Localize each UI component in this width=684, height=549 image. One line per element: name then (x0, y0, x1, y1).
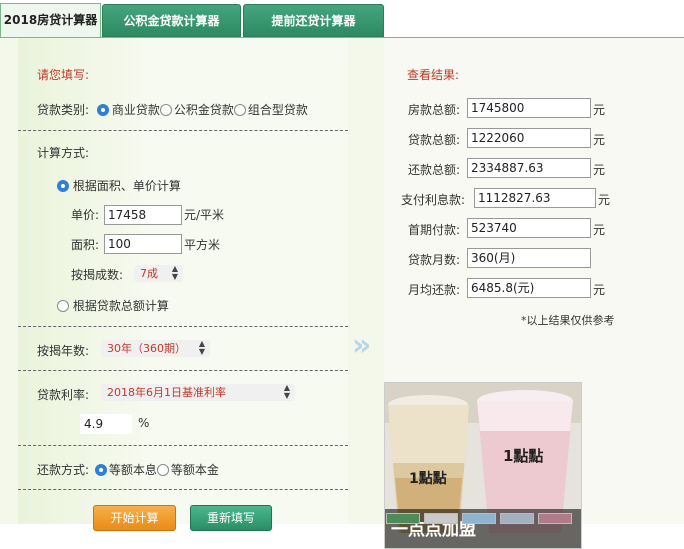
cup-logo-text: 1點點 (409, 470, 447, 487)
result-label-repay-total: 还款总额: (408, 163, 461, 177)
unit-price-unit: 元/平米 (184, 208, 225, 222)
start-calculation-button[interactable]: 开始计算 (93, 505, 176, 531)
by-area-radio[interactable] (57, 180, 69, 192)
ad-thumbnail[interactable] (500, 513, 534, 524)
loan-type-commercial-label: 商业贷款 (111, 103, 160, 117)
result-label-months: 贷款月数: (408, 253, 461, 267)
result-label-house-total: 房款总额: (408, 103, 461, 117)
rate-label: 贷款利率: (37, 388, 90, 402)
result-interest-field: 1112827.63 (474, 188, 596, 208)
repay-equal-installment-radio[interactable] (94, 464, 107, 476)
select-arrows-icon: ▲ ▼ (171, 264, 178, 281)
rate-number-input[interactable]: 4.9 (80, 414, 132, 434)
years-select[interactable]: 30年（360期） ▲ ▼ (101, 340, 210, 357)
loan-type-label: 贷款类别: (37, 103, 90, 117)
repay-row: 还款方式: 等额本息 等额本金 (37, 461, 219, 478)
by-area-option[interactable]: 根据面积、单价计算 (57, 177, 181, 194)
select-arrows-icon: ▲ ▼ (283, 383, 290, 400)
tab-mortgage-calculator[interactable]: 2018房贷计算器 (0, 3, 101, 38)
area-input[interactable]: 100 (104, 234, 182, 254)
ratio-select-value: 7成 (140, 267, 158, 280)
result-months-field: 360(月) (467, 248, 591, 268)
divider (18, 370, 348, 371)
rate-select[interactable]: 2018年6月1日基准利率 ▲ ▼ (101, 384, 295, 401)
result-unit: 元 (593, 223, 606, 237)
ad-thumbnail-strip (384, 513, 584, 524)
years-select-value: 30年（360期） (107, 342, 186, 355)
loan-type-combined-label: 组合型贷款 (247, 103, 308, 117)
ad-thumbnail[interactable] (462, 513, 496, 524)
result-house-total-field: 1745800 (467, 98, 591, 118)
result-title: 查看结果: (407, 68, 460, 82)
area-label: 面积: (71, 238, 100, 252)
rate-select-value: 2018年6月1日基准利率 (107, 386, 226, 399)
ad-thumbnail[interactable] (424, 513, 458, 524)
tab-provident-fund-calculator[interactable]: 公积金贷款计算器 (102, 4, 241, 37)
calculator-body: 请您填写: 贷款类别: 商业贷款 公积金贷款 组合型贷款 计算方式: 根据面积、单价… (0, 37, 684, 549)
by-total-label: 根据贷款总额计算 (72, 299, 169, 313)
repay-equal-installment-label: 等额本息 (108, 463, 157, 477)
loan-type-row: 贷款类别: 商业贷款 公积金贷款 组合型贷款 (37, 101, 308, 118)
by-total-radio[interactable] (57, 300, 69, 312)
result-unit: 元 (598, 193, 611, 207)
result-loan-total-field: 1222060 (467, 128, 591, 148)
result-down-payment-field: 523740 (467, 218, 591, 238)
divider (18, 326, 348, 327)
repay-equal-principal-radio[interactable] (156, 464, 169, 476)
area-unit: 平方米 (184, 238, 221, 252)
select-arrows-icon: ▲ ▼ (198, 339, 205, 356)
ratio-label: 按揭成数: (71, 268, 124, 282)
cup-logo-text: 1點點 (503, 447, 543, 465)
by-area-label: 根据面积、单价计算 (72, 179, 181, 193)
result-label-interest: 支付利息款: (401, 193, 466, 207)
divider (18, 130, 348, 131)
tab-bar: 2018房贷计算器 公积金贷款计算器 提前还贷计算器 (0, 0, 684, 38)
fill-in-title: 请您填写: (37, 68, 90, 82)
result-unit: 元 (593, 283, 606, 297)
reset-form-button[interactable]: 重新填写 (190, 505, 272, 531)
result-unit: 元 (593, 163, 606, 177)
ad-thumbnail[interactable] (386, 513, 420, 524)
result-unit: 元 (593, 133, 606, 147)
tab-prepayment-calculator[interactable]: 提前还贷计算器 (243, 4, 384, 37)
divider (18, 445, 348, 446)
result-label-down-payment: 首期付款: (408, 223, 461, 237)
years-label: 按揭年数: (37, 344, 90, 358)
by-total-option[interactable]: 根据贷款总额计算 (57, 297, 169, 314)
result-label-loan-total: 贷款总额: (408, 133, 461, 147)
result-note: *以上结果仅供参考 (521, 314, 615, 327)
result-repay-total-field: 2334887.63 (467, 158, 591, 178)
loan-type-commercial-radio[interactable] (96, 104, 109, 116)
result-label-monthly: 月均还款: (408, 283, 461, 297)
unit-price-input[interactable]: 17458 (104, 205, 182, 225)
result-unit: 元 (593, 103, 606, 117)
ratio-select[interactable]: 7成 ▲ ▼ (134, 265, 183, 282)
divider (18, 489, 348, 490)
rate-unit: % (138, 416, 150, 430)
loan-type-combined-radio[interactable] (233, 104, 246, 116)
loan-type-provident-radio[interactable] (159, 104, 172, 116)
result-monthly-field: 6485.8(元) (467, 278, 591, 298)
loan-type-provident-label: 公积金贷款 (173, 103, 234, 117)
repay-equal-principal-label: 等额本金 (170, 463, 219, 477)
double-chevron-right-icon: » (352, 328, 372, 363)
unit-price-label: 单价: (71, 208, 100, 222)
repay-label: 还款方式: (37, 463, 90, 477)
calc-method-label: 计算方式: (37, 146, 90, 160)
ad-thumbnail[interactable] (538, 513, 572, 524)
